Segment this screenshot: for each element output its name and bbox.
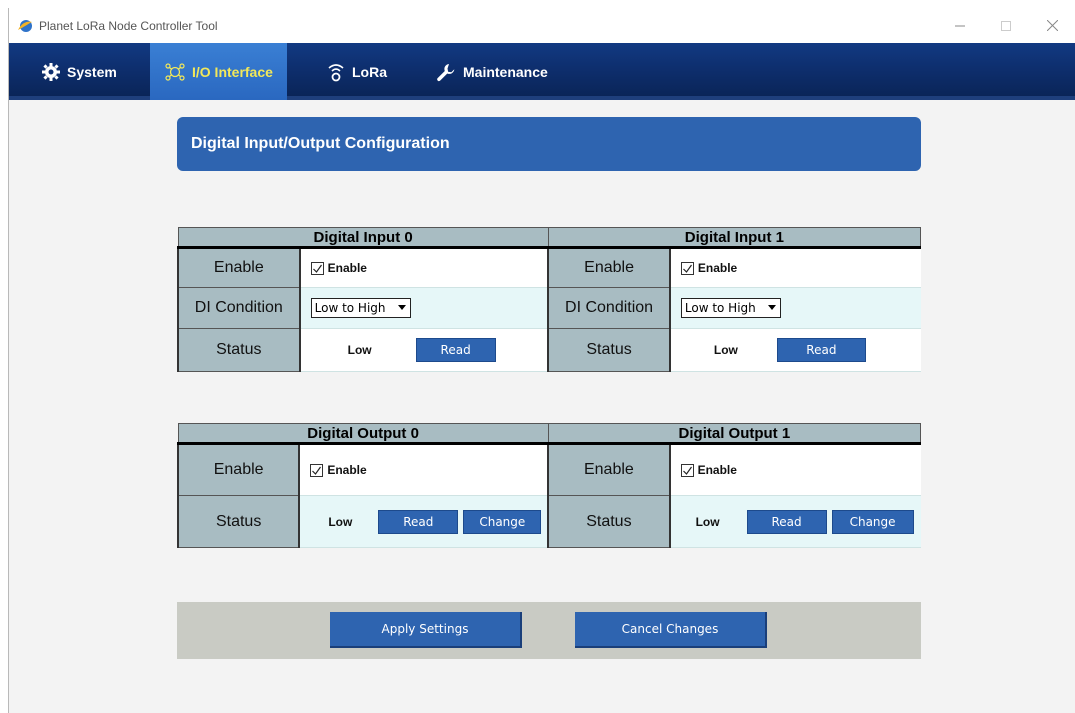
do0-change-button[interactable]: Change [463, 509, 542, 534]
nav-maintenance[interactable]: Maintenance [436, 43, 548, 100]
di0-enable-checkbox[interactable]: Enable [310, 261, 367, 275]
do0-read-button[interactable]: Read [378, 509, 459, 534]
do0-enable-label: Enable [176, 443, 301, 496]
maximize-icon [1001, 20, 1011, 31]
di0-enable-label: Enable [177, 247, 301, 288]
cancel-changes-button[interactable]: Cancel Changes [575, 612, 767, 648]
di0-title: Digital Input 0 [177, 227, 549, 249]
io-nodes-icon [165, 62, 185, 81]
di0-status-value: Low [347, 343, 372, 357]
di1-title: Digital Input 1 [547, 227, 922, 249]
title-bar: Planet LoRa Node Controller Tool [9, 8, 1075, 43]
di1-enable-label: Enable [547, 247, 671, 288]
di0-condition-select[interactable]: Low to High [310, 298, 411, 318]
di0-condition-value: Low to High [314, 301, 386, 315]
wrench-icon [437, 63, 455, 81]
nav-system[interactable]: System [42, 43, 117, 100]
di0-status-label: Status [177, 328, 301, 372]
do1-title: Digital Output 1 [547, 423, 922, 445]
di1-status-value: Low [713, 343, 738, 357]
maximize-button[interactable] [983, 8, 1029, 43]
checkbox-checked-icon [680, 463, 694, 477]
main-content: Digital Input/Output Configuration Digit… [9, 104, 1075, 713]
digital-input-table: Digital Input 0 Digital Input 1 Enable E… [177, 227, 922, 372]
do0-status-value: Low [328, 514, 353, 529]
di1-enable-checkbox[interactable]: Enable [680, 261, 738, 275]
do1-read-button[interactable]: Read [746, 509, 827, 534]
antenna-icon [328, 63, 344, 81]
di0-enable-text: Enable [327, 261, 367, 275]
page-title: Digital Input/Output Configuration [177, 117, 921, 171]
do1-enable-checkbox[interactable]: Enable [680, 463, 737, 477]
do1-status-value: Low [695, 514, 720, 529]
apply-settings-button[interactable]: Apply Settings [330, 612, 522, 648]
do1-enable-label: Enable [547, 443, 671, 496]
nav-io-interface[interactable]: I/O Interface [150, 43, 287, 100]
nav-maintenance-label: Maintenance [463, 63, 548, 80]
checkbox-checked-icon [680, 261, 694, 275]
minimize-icon [955, 25, 965, 26]
close-button[interactable] [1029, 8, 1075, 43]
dropdown-arrow-icon [397, 305, 406, 310]
dropdown-arrow-icon [767, 305, 776, 310]
do1-enable-text: Enable [697, 463, 737, 477]
checkbox-checked-icon [310, 463, 324, 477]
window-title: Planet LoRa Node Controller Tool [39, 18, 218, 33]
nav-lora-label: LoRa [352, 63, 387, 80]
do0-enable-checkbox[interactable]: Enable [310, 463, 367, 477]
do1-change-button[interactable]: Change [831, 509, 914, 534]
do1-status-label: Status [547, 495, 671, 548]
nav-system-label: System [67, 63, 117, 80]
action-bar: Apply Settings Cancel Changes [177, 602, 921, 659]
di0-read-button[interactable]: Read [415, 338, 496, 362]
di1-enable-text: Enable [697, 261, 738, 275]
gear-icon [42, 62, 60, 81]
do0-enable-text: Enable [327, 463, 367, 477]
di1-status-label: Status [547, 328, 671, 372]
do0-title: Digital Output 0 [177, 423, 549, 445]
di1-condition-select[interactable]: Low to High [680, 298, 781, 318]
app-window: Planet LoRa Node Controller Tool System … [8, 8, 1075, 713]
checkbox-checked-icon [310, 261, 324, 275]
nav-io-label: I/O Interface [192, 63, 273, 80]
di1-read-button[interactable]: Read [776, 338, 866, 362]
minimize-button[interactable] [937, 8, 983, 43]
do0-status-label: Status [176, 495, 301, 548]
planet-logo-icon [18, 19, 32, 32]
main-nav: System I/O Interface LoRa Maintenance [9, 43, 1075, 100]
di1-condition-label: DI Condition [547, 287, 671, 329]
close-icon [1046, 20, 1058, 31]
di1-condition-value: Low to High [684, 301, 756, 315]
di0-condition-label: DI Condition [177, 287, 301, 329]
nav-lora[interactable]: LoRa [327, 43, 387, 100]
digital-output-table: Digital Output 0 Digital Output 1 Enable… [176, 423, 922, 548]
